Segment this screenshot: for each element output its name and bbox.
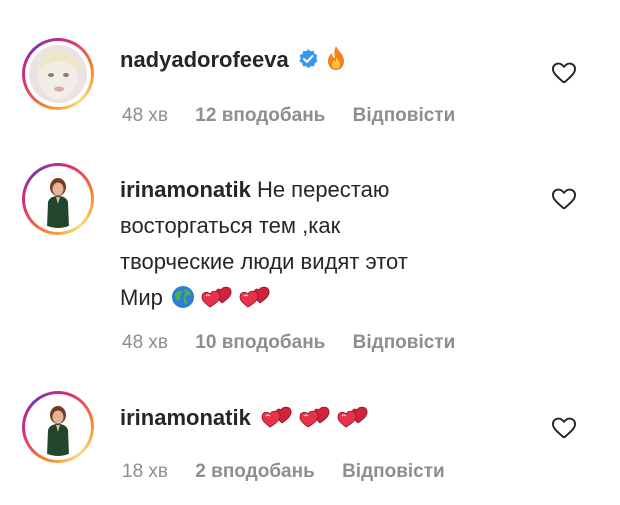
comment-username[interactable]: irinamonatik [120, 177, 251, 202]
comment-body: nadyadorofeeva [120, 44, 347, 80]
comment-body: irinamonatik Не перестаю восторгаться те… [120, 172, 408, 320]
comment-meta: 48 хв 12 вподобань Відповісти [122, 105, 477, 127]
comment-likes-count[interactable]: 10 вподобань [195, 332, 325, 353]
like-heart-icon[interactable] [551, 60, 577, 86]
reply-button[interactable]: Відповісти [353, 105, 456, 126]
comment-likes-count[interactable]: 2 вподобань [195, 461, 314, 482]
comment-text-line-4: Мир [120, 285, 163, 310]
fire-emoji-icon [325, 45, 347, 80]
comment-meta: 48 хв 10 вподобань Відповісти [122, 332, 477, 354]
comment-username[interactable]: irinamonatik [120, 405, 251, 430]
two-hearts-emoji-icon [299, 404, 331, 440]
verified-badge-icon [297, 47, 319, 79]
comment-time: 18 хв [122, 461, 169, 482]
comment-text-line-1: Не перестаю [256, 177, 390, 202]
like-heart-icon[interactable] [551, 186, 577, 212]
comment-time: 48 хв [122, 332, 169, 353]
comment-text-line-3: творческие люди видят этот [120, 249, 408, 274]
two-hearts-emoji-icon [239, 284, 271, 320]
globe-emoji-icon [171, 284, 195, 320]
two-hearts-emoji-icon [337, 404, 369, 440]
like-heart-icon[interactable] [551, 415, 577, 441]
comment-username[interactable]: nadyadorofeeva [120, 47, 289, 72]
avatar[interactable] [22, 163, 94, 235]
two-hearts-emoji-icon [261, 404, 293, 440]
comment-meta: 18 хв 2 вподобань Відповісти [122, 461, 467, 483]
comment-time: 48 хв [122, 105, 169, 126]
two-hearts-emoji-icon [201, 284, 233, 320]
reply-button[interactable]: Відповісти [353, 332, 456, 353]
comment-likes-count[interactable]: 12 вподобань [195, 105, 325, 126]
reply-button[interactable]: Відповісти [342, 461, 445, 482]
comment-body: irinamonatik [120, 400, 369, 440]
avatar[interactable] [22, 38, 94, 110]
comment-text-line-2: восторгаться тем ,как [120, 213, 341, 238]
avatar[interactable] [22, 391, 94, 463]
